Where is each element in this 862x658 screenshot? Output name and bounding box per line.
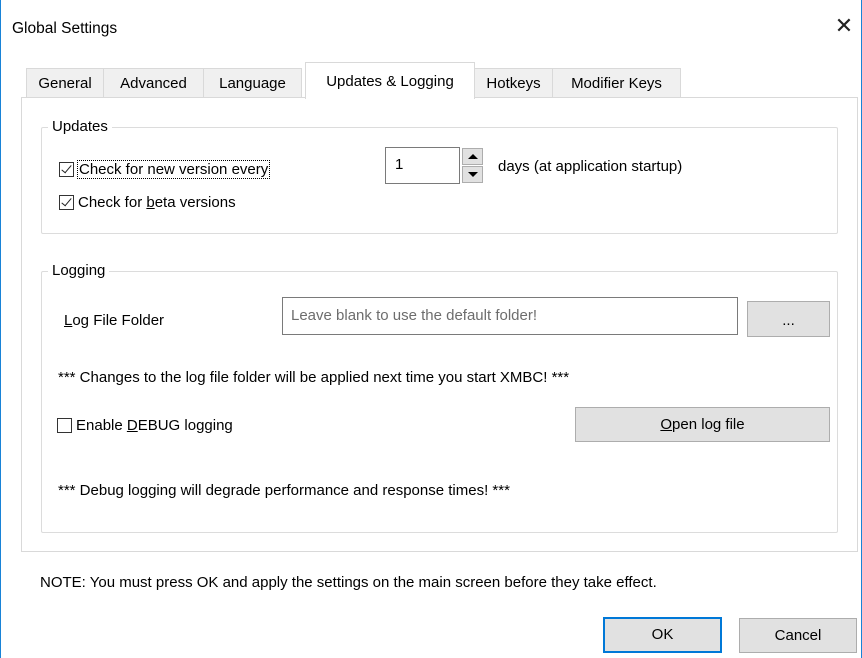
check-beta-checkbox[interactable]: Check for beta versions <box>59 194 236 211</box>
tab-advanced[interactable]: Advanced <box>103 68 204 98</box>
browse-button[interactable]: ... <box>747 301 830 337</box>
folder-note: *** Changes to the log file folder will … <box>58 369 570 386</box>
tab-hotkeys[interactable]: Hotkeys <box>474 68 553 98</box>
tab-updates-logging[interactable]: Updates & Logging <box>305 62 475 99</box>
spin-up-button[interactable] <box>462 148 483 165</box>
window-border-left <box>0 0 1 658</box>
check-version-checkbox[interactable]: Check for new version every <box>59 160 271 179</box>
check-version-box[interactable] <box>59 162 74 177</box>
spin-down-button[interactable] <box>462 166 483 183</box>
tab-general[interactable]: General <box>26 68 104 98</box>
check-beta-label: Check for beta versions <box>78 194 236 211</box>
logging-group-label: Logging <box>48 262 110 279</box>
check-beta-box[interactable] <box>59 195 74 210</box>
footer-note: NOTE: You must press OK and apply the se… <box>40 574 657 591</box>
debug-box[interactable] <box>57 418 72 433</box>
updates-group-label: Updates <box>48 118 112 135</box>
arrow-up-icon <box>468 154 478 159</box>
arrow-down-icon <box>468 172 478 177</box>
debug-note: *** Debug logging will degrade performan… <box>58 482 510 499</box>
window-title: Global Settings <box>12 20 118 37</box>
ok-button[interactable]: OK <box>603 617 722 653</box>
interval-suffix: days (at application startup) <box>498 158 683 175</box>
close-icon[interactable]: ✕ <box>832 14 856 38</box>
tab-language[interactable]: Language <box>203 68 302 98</box>
check-version-label: Check for new version every <box>77 160 271 179</box>
cancel-button[interactable]: Cancel <box>739 618 857 653</box>
open-log-file-button[interactable]: Open log file <box>575 407 830 442</box>
debug-checkbox[interactable]: Enable DEBUG logging <box>57 417 233 434</box>
tab-modifier-keys[interactable]: Modifier Keys <box>552 68 681 98</box>
debug-label: Enable DEBUG logging <box>76 417 233 434</box>
interval-input[interactable]: 1 <box>385 147 460 184</box>
log-folder-input[interactable]: Leave blank to use the default folder! <box>282 297 738 335</box>
log-folder-label: Log File Folder <box>64 312 165 329</box>
